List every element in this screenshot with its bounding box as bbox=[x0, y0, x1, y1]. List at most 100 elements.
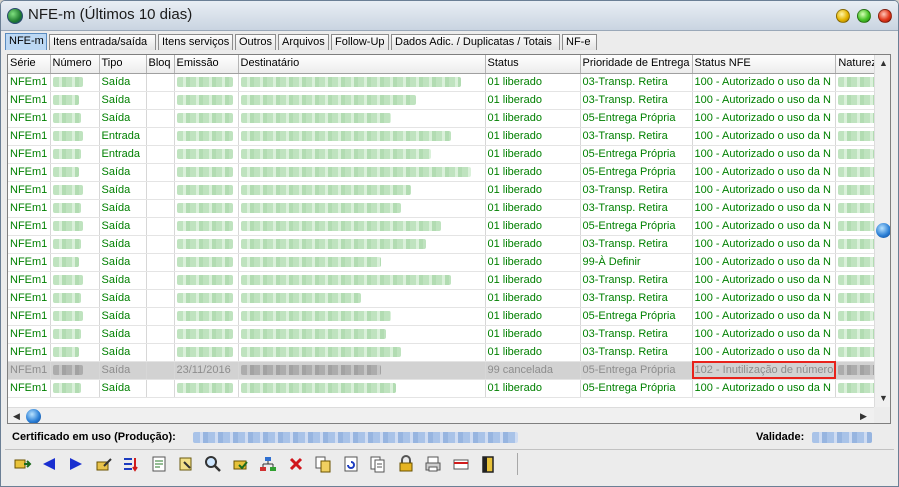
tab-dados-adic[interactable]: Dados Adic. / Duplicatas / Totais bbox=[391, 34, 560, 50]
col-header-status[interactable]: Status bbox=[485, 55, 581, 74]
horizontal-scroll-thumb[interactable] bbox=[26, 409, 41, 423]
cell-numero bbox=[50, 73, 100, 92]
documents-icon[interactable] bbox=[368, 454, 388, 474]
table-row[interactable]: NFEm1 Saída 01 liberado 03-Transp. Retira 10… bbox=[8, 235, 887, 254]
cell-bloq bbox=[146, 307, 175, 326]
cell-emissao bbox=[174, 253, 239, 272]
scroll-right-arrow-icon[interactable]: ▶ bbox=[856, 409, 871, 423]
tab-outros[interactable]: Outros bbox=[235, 34, 276, 50]
redacted-value bbox=[240, 166, 471, 177]
tab-arquivos[interactable]: Arquivos bbox=[278, 34, 329, 50]
copy-icon[interactable] bbox=[313, 454, 333, 474]
cell-bloq bbox=[146, 73, 175, 92]
table-row[interactable]: NFEm1 Saída 01 liberado 03-Transp. Retira 10… bbox=[8, 199, 887, 218]
table-row[interactable]: NFEm1 Entrada 01 liberado 05-Entrega Própri… bbox=[8, 145, 887, 164]
cell-prioridade: 05-Entrega Própria bbox=[580, 217, 693, 236]
table-row[interactable]: NFEm1 Saída 01 liberado 03-Transp. Retira 10… bbox=[8, 271, 887, 290]
cell-prioridade: 03-Transp. Retira bbox=[580, 127, 693, 146]
scroll-down-arrow-icon[interactable]: ▼ bbox=[876, 391, 890, 406]
next-icon[interactable] bbox=[66, 454, 86, 474]
title-bar[interactable]: NFE-m (Últimos 10 dias) bbox=[1, 1, 898, 31]
col-header-prioridade[interactable]: Prioridade de Entrega bbox=[580, 55, 693, 74]
cell-status: 01 liberado bbox=[485, 109, 581, 128]
table-row[interactable]: NFEm1 Entrada 01 liberado 03-Transp. Retira… bbox=[8, 127, 887, 146]
col-header-serie[interactable]: Série bbox=[8, 55, 51, 74]
edit-icon[interactable] bbox=[94, 454, 114, 474]
maximize-button[interactable] bbox=[857, 9, 871, 23]
cell-status-nfe: 100 - Autorizado o uso da N bbox=[692, 109, 837, 128]
table-row[interactable]: NFEm1 Saída 01 liberado 03-Transp. Retira 10… bbox=[8, 73, 887, 92]
redacted-value bbox=[52, 382, 81, 393]
table-row[interactable]: NFEm1 Saída 01 liberado 03-Transp. Retira 10… bbox=[8, 91, 887, 110]
col-header-tipo[interactable]: Tipo bbox=[99, 55, 147, 74]
tab-itens-servicos[interactable]: Itens serviços bbox=[158, 34, 233, 50]
col-header-emissao[interactable]: Emissão bbox=[174, 55, 239, 74]
cell-tipo: Saída bbox=[99, 217, 147, 236]
table-row[interactable]: NFEm1 Saída 01 liberado 05-Entrega Própria 1… bbox=[8, 379, 887, 398]
printer-icon[interactable] bbox=[423, 454, 443, 474]
tab-nf-e[interactable]: NF-e bbox=[562, 34, 597, 50]
col-header-destinatario[interactable]: Destinatário bbox=[238, 55, 486, 74]
filter-icon-glyph bbox=[124, 458, 138, 472]
table-row[interactable]: NFEm1 Saída 01 liberado 05-Entrega Própria 1… bbox=[8, 163, 887, 182]
col-header-status-nfe[interactable]: Status NFE bbox=[692, 55, 837, 74]
redacted-value bbox=[240, 202, 401, 213]
scroll-up-arrow-icon[interactable]: ▲ bbox=[876, 56, 890, 71]
delete-icon[interactable] bbox=[286, 454, 306, 474]
cell-tipo: Saída bbox=[99, 73, 147, 92]
col-header-bloq[interactable]: Bloq bbox=[146, 55, 175, 74]
search-icon[interactable] bbox=[203, 454, 223, 474]
table-row[interactable]: NFEm1 Saída 01 liberado 99-À Definir 100 - A… bbox=[8, 253, 887, 272]
table-row[interactable]: NFEm1 Saída 01 liberado 05-Entrega Própria 1… bbox=[8, 109, 887, 128]
vertical-scroll-thumb[interactable] bbox=[876, 223, 890, 238]
tools-icon[interactable] bbox=[176, 454, 196, 474]
cell-tipo: Entrada bbox=[99, 145, 147, 164]
tab-follow-up[interactable]: Follow-Up bbox=[331, 34, 389, 50]
cell-emissao bbox=[174, 109, 239, 128]
table-row[interactable]: NFEm1 Saída 01 liberado 03-Transp. Retira 10… bbox=[8, 343, 887, 362]
redacted-value bbox=[52, 346, 79, 357]
close-button[interactable] bbox=[878, 9, 892, 23]
minimize-button[interactable] bbox=[836, 9, 850, 23]
col-header-numero[interactable]: Número bbox=[50, 55, 100, 74]
exit-icon[interactable] bbox=[12, 454, 32, 474]
table-row[interactable]: NFEm1 Saída 01 liberado 03-Transp. Retira 10… bbox=[8, 325, 887, 344]
tab-itens-entrada-saida[interactable]: Itens entrada/saída bbox=[49, 34, 156, 50]
nfe-window: NFE-m (Últimos 10 dias) NFE-m Itens entr… bbox=[0, 0, 899, 487]
table-row[interactable]: NFEm1 Saída 01 liberado 03-Transp. Retira 10… bbox=[8, 289, 887, 308]
table-row[interactable]: NFEm1 Saída 23/11/2016 99 cancelada 05-Entre… bbox=[8, 361, 887, 380]
print-preview-icon[interactable] bbox=[231, 454, 251, 474]
scroll-left-arrow-icon[interactable]: ◀ bbox=[9, 409, 24, 423]
cell-emissao bbox=[174, 145, 239, 164]
door-icon[interactable] bbox=[478, 454, 498, 474]
filter-icon[interactable] bbox=[121, 454, 141, 474]
lock-icon[interactable] bbox=[396, 454, 416, 474]
cell-destinatario bbox=[238, 289, 486, 308]
redacted-value bbox=[240, 76, 461, 87]
cell-status-nfe: 100 - Autorizado o uso da N bbox=[692, 217, 837, 236]
horizontal-scrollbar[interactable]: ◀ ▶ bbox=[8, 407, 874, 423]
cell-prioridade: 03-Transp. Retira bbox=[580, 73, 693, 92]
cell-bloq bbox=[146, 217, 175, 236]
redacted-value bbox=[240, 274, 451, 285]
table-row[interactable]: NFEm1 Saída 01 liberado 05-Entrega Própria 1… bbox=[8, 307, 887, 326]
cell-status-nfe: 100 - Autorizado o uso da N bbox=[692, 235, 837, 254]
nfe-grid[interactable]: Série Número Tipo Bloq Emissão Destinatá… bbox=[7, 54, 891, 424]
redacted-value bbox=[176, 148, 233, 159]
cell-status-nfe: 100 - Autorizado o uso da N bbox=[692, 343, 837, 362]
card-icon[interactable] bbox=[451, 454, 471, 474]
redacted-value bbox=[176, 76, 233, 87]
vertical-scrollbar[interactable]: ▲ ▼ bbox=[874, 55, 890, 407]
export-icon[interactable] bbox=[149, 454, 169, 474]
tab-nfe-m[interactable]: NFE-m bbox=[5, 33, 47, 50]
table-row[interactable]: NFEm1 Saída 01 liberado 05-Entrega Própria 1… bbox=[8, 217, 887, 236]
redacted-value bbox=[240, 184, 411, 195]
redacted-value bbox=[176, 256, 233, 267]
refresh-icon[interactable] bbox=[341, 454, 361, 474]
network-icon[interactable] bbox=[258, 454, 278, 474]
cell-bloq bbox=[146, 163, 175, 182]
redacted-value bbox=[52, 76, 83, 87]
cell-emissao bbox=[174, 163, 239, 182]
previous-icon[interactable] bbox=[39, 454, 59, 474]
table-row[interactable]: NFEm1 Saída 01 liberado 03-Transp. Retira 10… bbox=[8, 181, 887, 200]
